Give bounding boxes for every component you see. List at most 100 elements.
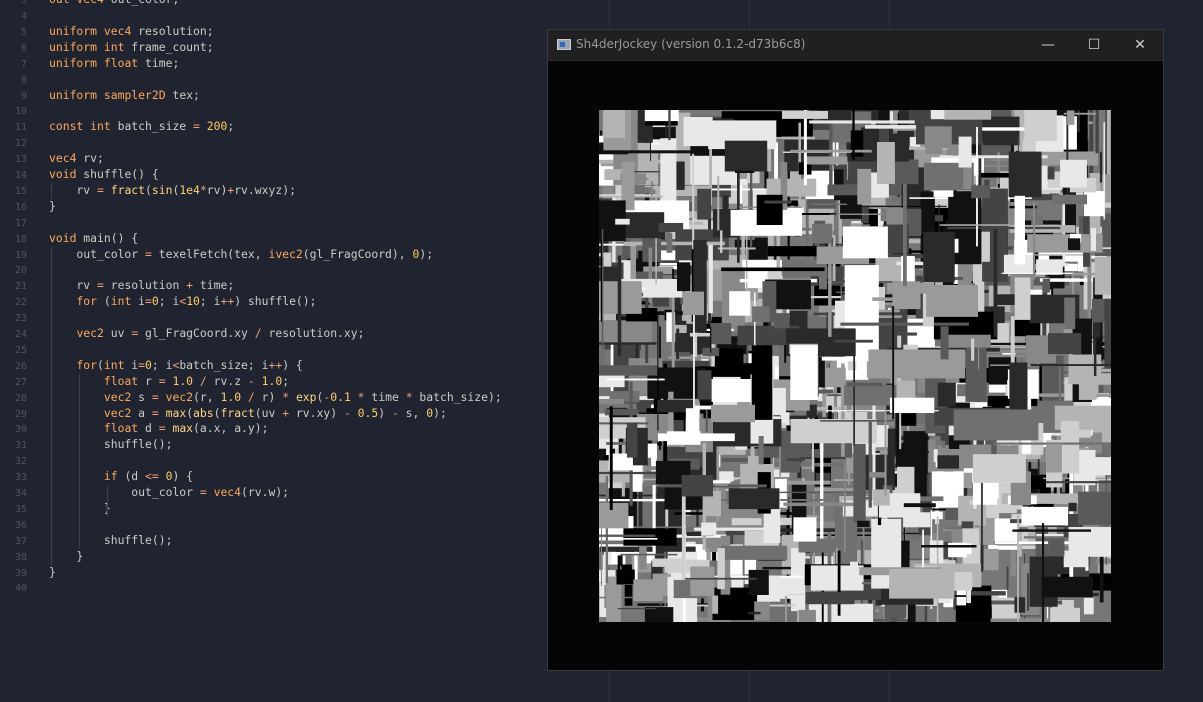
code-token: ) shuffle();	[234, 294, 317, 309]
code-line[interactable]: for (int i=0; i<10; i++) shuffle();	[49, 294, 317, 310]
code-line[interactable]: vec2 uv = gl_FragCoord.xy / resolution.x…	[49, 326, 364, 342]
code-line[interactable]: vec4 rv;	[49, 151, 104, 167]
noise-rect	[837, 550, 841, 616]
code-token: vec2	[103, 405, 132, 420]
code-line[interactable]: shuffle();	[49, 533, 173, 549]
code-token: 1.0	[172, 373, 194, 388]
noise-rect	[748, 569, 769, 595]
shader-output-canvas	[599, 110, 1111, 622]
minimize-button[interactable]: —	[1025, 30, 1071, 60]
noise-rect	[1027, 573, 1030, 611]
noise-rect	[623, 528, 677, 546]
code-line[interactable]: out_color = vec4(rv.w);	[49, 485, 289, 501]
code-line[interactable]: float d = max(a.x, a.y);	[49, 421, 269, 437]
noise-rect	[903, 503, 936, 508]
noise-rect	[605, 475, 608, 583]
noise-rect	[706, 548, 710, 560]
shader-preview-window[interactable]: Sh4derJockey (version 0.1.2-d73b6c8) — ☐…	[547, 29, 1164, 671]
indent-guide	[51, 182, 52, 199]
noise-rect	[1006, 566, 1009, 590]
noise-rect	[842, 226, 888, 259]
code-token: for	[76, 294, 98, 309]
code-line[interactable]: uniform vec4 resolution;	[49, 24, 214, 40]
code-line[interactable]: float r = 1.0 / rv.z - 1.0;	[49, 374, 289, 390]
code-line[interactable]: const int batch_size = 200;	[49, 119, 234, 135]
noise-rect	[921, 545, 977, 548]
code-token: const	[49, 119, 84, 134]
code-token: uniform	[49, 23, 98, 38]
noise-rect	[868, 421, 872, 508]
noise-rect	[892, 306, 895, 420]
code-token: =	[97, 182, 104, 197]
noise-rect	[731, 518, 762, 526]
line-number: 36	[14, 519, 27, 531]
noise-rect	[1060, 421, 1080, 474]
code-line[interactable]: rv = fract(sin(1e4*rv)+rv.wxyz);	[49, 183, 296, 199]
code-token: s	[131, 389, 152, 404]
noise-rect	[708, 244, 713, 314]
code-token: 200	[206, 119, 228, 134]
line-number: 26	[14, 360, 27, 372]
code-token: /	[247, 389, 255, 404]
code-line[interactable]: }	[49, 549, 83, 565]
noise-rect	[1046, 443, 1062, 473]
code-token: tex;	[165, 87, 200, 102]
code-token: 1e4	[179, 182, 200, 197]
code-line[interactable]: }	[49, 199, 56, 215]
noise-rect	[617, 608, 657, 610]
code-line[interactable]: uniform sampler2D tex;	[49, 88, 200, 104]
line-number: 33	[14, 472, 27, 484]
line-number: 10	[14, 106, 27, 118]
noise-rect	[609, 406, 613, 510]
line-number: 20	[14, 265, 27, 277]
code-token: float	[103, 55, 139, 70]
maximize-button[interactable]: ☐	[1071, 30, 1117, 60]
code-line[interactable]: uniform int frame_count;	[49, 40, 214, 56]
code-line[interactable]: void main() {	[49, 231, 138, 247]
code-token: shuffle() {	[76, 167, 159, 181]
noise-rect	[782, 111, 828, 119]
code-line[interactable]: out_color = texelFetch(tex, ivec2(gl_Fra…	[49, 247, 433, 263]
noise-rect	[937, 455, 959, 469]
code-line[interactable]: rv = resolution + time;	[49, 278, 234, 294]
code-line[interactable]: out vec4 out_color;	[49, 0, 179, 8]
noise-rect	[719, 471, 734, 482]
code-token: ;	[227, 119, 235, 134]
noise-rect	[844, 461, 846, 553]
code-line[interactable]: vec2 a = max(abs(fract(uv + rv.xy) - 0.5…	[49, 406, 447, 422]
code-line[interactable]: shuffle();	[49, 437, 173, 453]
code-line[interactable]: void shuffle() {	[49, 167, 159, 183]
noise-rect	[1048, 538, 1065, 557]
window-titlebar[interactable]: Sh4derJockey (version 0.1.2-d73b6c8) — ☐…	[548, 30, 1163, 61]
noise-rect	[1024, 110, 1057, 142]
noise-rect	[712, 595, 719, 614]
code-token: +	[186, 278, 194, 293]
noise-rect	[1036, 259, 1063, 275]
noise-rect	[942, 334, 991, 348]
noise-rect	[1048, 333, 1082, 355]
line-number: 11	[14, 122, 27, 134]
close-button[interactable]: ✕	[1117, 30, 1163, 60]
code-line[interactable]: }	[49, 565, 56, 581]
noise-rect	[869, 472, 886, 478]
noise-rect	[790, 419, 877, 444]
code-token: rv	[49, 182, 98, 197]
noise-rect	[907, 602, 916, 622]
code-line[interactable]: if (d <= 0) {	[49, 469, 193, 485]
noise-rect	[600, 546, 696, 552]
code-token: *	[199, 182, 207, 197]
noise-rect	[694, 332, 698, 357]
code-line[interactable]: uniform float time;	[49, 56, 179, 72]
noise-rect	[711, 404, 755, 423]
code-line[interactable]: for(int i=0; i<batch_size; i++) {	[49, 358, 302, 374]
line-number: 40	[14, 583, 27, 595]
noise-rect	[618, 538, 658, 540]
code-token: ) {	[172, 469, 194, 484]
code-token: vec4	[213, 485, 242, 499]
code-line[interactable]: vec2 s = vec2(r, 1.0 / r) * exp(-0.1 * t…	[49, 390, 502, 406]
code-token: =	[97, 278, 104, 293]
